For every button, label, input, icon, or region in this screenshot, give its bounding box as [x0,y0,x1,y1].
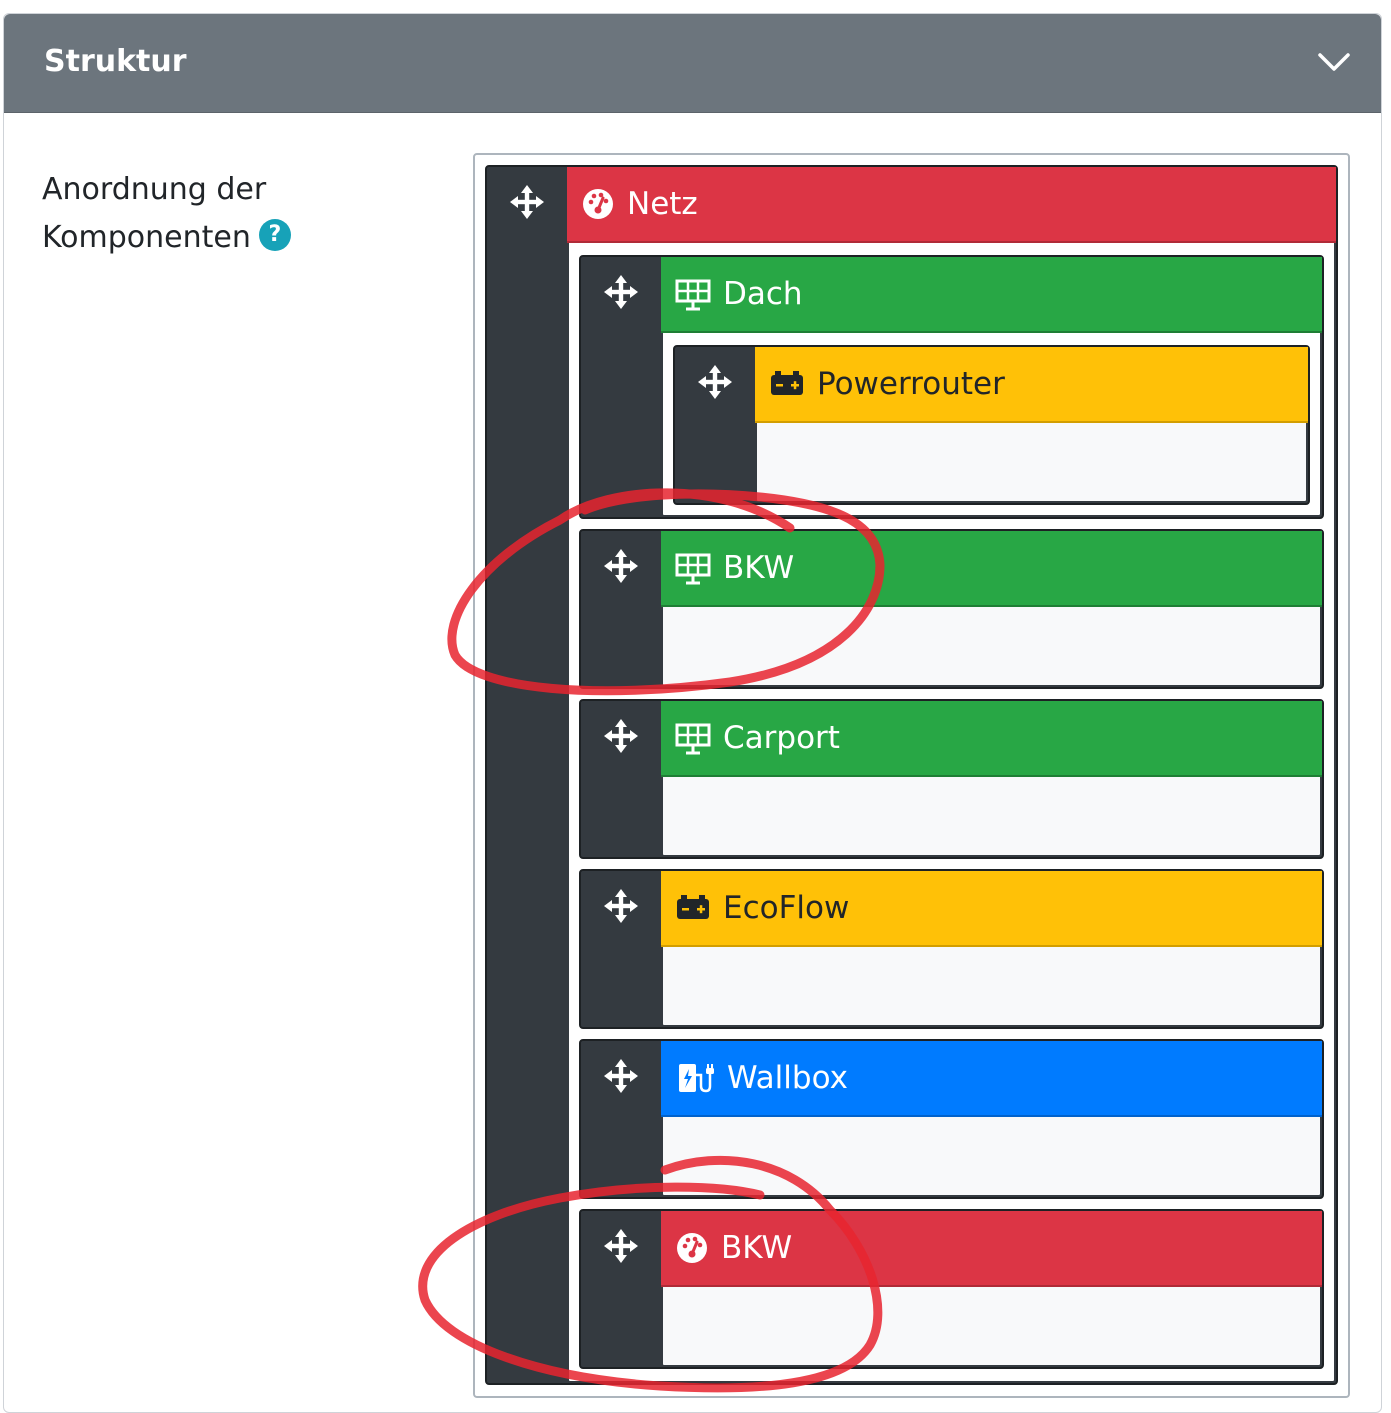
drag-handle[interactable] [581,257,661,327]
tree-node-header: Wallbox [661,1041,1322,1117]
tree-node-label: Powerrouter [817,366,1005,402]
move-icon[interactable] [601,1056,641,1096]
tree-node-wallbox[interactable]: Wallbox [579,1039,1324,1199]
battery-icon [677,895,709,919]
tree-node-header: BKW [661,531,1322,607]
meter-icon [581,187,615,221]
tree-node-label: Wallbox [727,1060,848,1096]
battery-icon [771,371,803,395]
tree-node-label: Dach [723,276,803,312]
move-icon[interactable] [601,272,641,312]
drag-handle[interactable] [487,167,567,237]
tree-node-label: BKW [723,550,795,586]
move-icon[interactable] [695,362,735,402]
move-icon[interactable] [601,716,641,756]
solar-panel-icon [675,723,711,755]
move-icon[interactable] [507,182,547,222]
tree-node-header: Netz [567,167,1336,243]
drop-zone[interactable] [661,1117,1322,1197]
drag-handle[interactable] [581,701,661,771]
tree-node-powerrouter[interactable]: Powerrouter [673,345,1310,505]
card-header[interactable]: Struktur [4,14,1381,113]
drag-handle[interactable] [675,347,755,417]
tree-node-label: BKW [721,1230,793,1266]
tree-node-header: Dach [661,257,1322,333]
tree-node-bkw-2[interactable]: BKW [579,1209,1324,1369]
card-title: Struktur [44,44,187,79]
tree-node-header: EcoFlow [661,871,1322,947]
field-label-line2: Komponenten [42,220,251,255]
meter-icon [675,1231,709,1265]
move-icon[interactable] [601,886,641,926]
drop-zone[interactable] [661,777,1322,857]
help-icon[interactable]: ? [258,218,291,251]
solar-panel-icon [675,279,711,311]
drop-zone[interactable] [755,423,1308,503]
move-icon[interactable] [601,1226,641,1266]
tree-node-label: Carport [723,720,840,756]
charging-station-icon [677,1062,715,1094]
chevron-down-icon[interactable] [1317,50,1351,74]
tree-node-label: Netz [627,186,698,222]
field-label: Anordnung der Komponenten? [42,166,291,262]
drag-handle[interactable] [581,871,661,941]
move-icon[interactable] [601,546,641,586]
tree-node-ecoflow[interactable]: EcoFlow [579,869,1324,1029]
drag-handle[interactable] [581,1211,661,1281]
tree-node-bkw[interactable]: BKW [579,529,1324,689]
field-label-line1: Anordnung der [42,172,267,207]
drag-handle[interactable] [581,1041,661,1111]
tree-node-header: BKW [661,1211,1322,1287]
tree-node-header: Powerrouter [755,347,1308,423]
drop-zone[interactable] [661,607,1322,687]
drop-zone[interactable] [661,947,1322,1027]
tree-node-label: EcoFlow [723,890,850,926]
tree-node-carport[interactable]: Carport [579,699,1324,859]
tree-node-header: Carport [661,701,1322,777]
solar-panel-icon [675,553,711,585]
drag-handle[interactable] [581,531,661,601]
drop-zone[interactable] [661,1287,1322,1367]
